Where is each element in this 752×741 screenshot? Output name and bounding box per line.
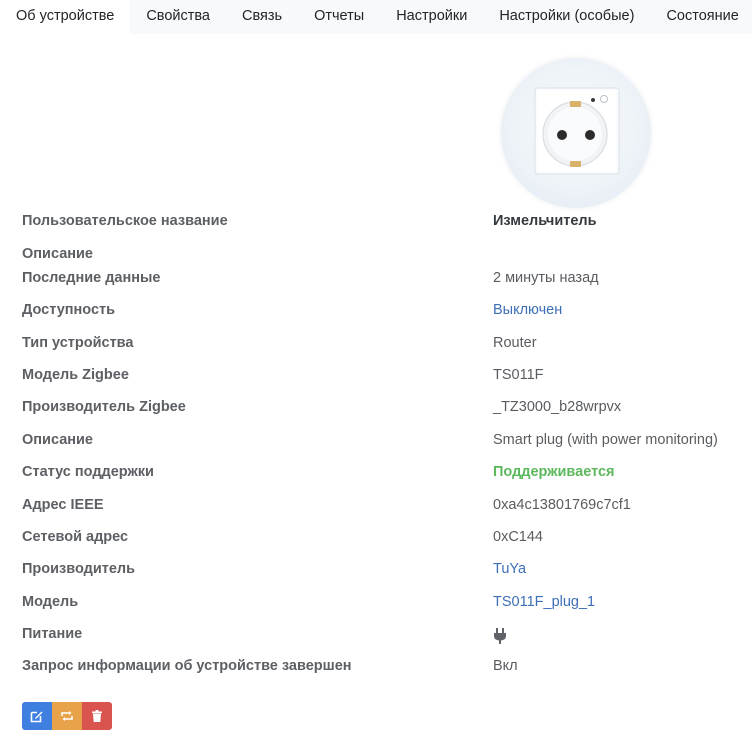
prop-label: Производитель [22, 561, 136, 577]
prop-label: Доступность [22, 302, 116, 318]
power-source-value [493, 626, 507, 646]
support-status-badge: Поддерживается [493, 464, 615, 480]
edit-icon [30, 711, 43, 723]
prop-label: Питание [22, 626, 83, 642]
prop-label: Последние данные [22, 270, 161, 286]
smart-plug-image [534, 87, 620, 175]
prop-value: 2 минуты назад [493, 270, 599, 286]
prop-label: Тип устройства [22, 335, 134, 351]
prop-value: 0xa4c13801769c7cf1 [493, 497, 631, 513]
prop-label: Сетевой адрес [22, 529, 129, 545]
prop-value: Измельчитель [493, 213, 597, 229]
prop-power-source: Питание [22, 626, 752, 648]
manufacturer-link[interactable]: TuYa [493, 561, 526, 577]
prop-label: Модель [22, 594, 79, 610]
prop-label: Описание [22, 432, 93, 448]
prop-support-status: Статус поддержки Поддерживается [22, 464, 752, 486]
prop-label: Производитель Zigbee [22, 399, 186, 415]
edit-button[interactable] [22, 702, 52, 730]
prop-description-empty: Описание [22, 246, 752, 268]
prop-availability: Доступность Выключен [22, 302, 752, 324]
tab-exposes[interactable]: Свойства [130, 0, 226, 34]
prop-value: Smart plug (with power monitoring) [493, 432, 718, 448]
prop-device-type: Тип устройства Router [22, 335, 752, 357]
prop-value: Router [493, 335, 537, 351]
model-link[interactable]: TS011F_plug_1 [493, 594, 595, 610]
tab-bind[interactable]: Связь [226, 0, 298, 34]
prop-label: Пользовательское название [22, 213, 228, 229]
tab-reporting[interactable]: Отчеты [298, 0, 380, 34]
prop-interview-completed: Запрос информации об устройстве завершен… [22, 658, 752, 680]
tab-settings[interactable]: Настройки [380, 0, 483, 34]
prop-description: Описание Smart plug (with power monitori… [22, 432, 752, 454]
prop-last-seen: Последние данные 2 минуты назад [22, 270, 752, 292]
prop-zigbee-manufacturer: Производитель Zigbee _TZ3000_b28wrpvx [22, 399, 752, 421]
prop-label: Описание [22, 246, 93, 262]
prop-manufacturer: Производитель TuYa [22, 561, 752, 583]
refresh-icon [61, 711, 73, 721]
prop-label: Адрес IEEE [22, 497, 104, 513]
prop-model: Модель TS011F_plug_1 [22, 594, 752, 616]
tab-settings-specific[interactable]: Настройки (особые) [483, 0, 650, 34]
trash-icon [92, 710, 102, 722]
prop-network-address: Сетевой адрес 0xC144 [22, 529, 752, 551]
prop-label: Модель Zigbee [22, 367, 129, 383]
tab-about[interactable]: Об устройстве [0, 0, 131, 34]
prop-value: _TZ3000_b28wrpvx [493, 399, 622, 415]
device-tabs: Об устройстве Свойства Связь Отчеты Наст… [0, 0, 752, 34]
prop-zigbee-model: Модель Zigbee TS011F [22, 367, 752, 389]
interview-button[interactable] [52, 702, 82, 730]
prop-value: 0xC144 [493, 529, 543, 545]
tab-state[interactable]: Состояние [650, 0, 752, 34]
prop-value: TS011F [493, 367, 544, 383]
device-actions [22, 702, 112, 730]
prop-friendly-name: Пользовательское название Измельчитель [22, 213, 752, 235]
prop-value: Вкл [493, 658, 518, 674]
prop-label: Статус поддержки [22, 464, 154, 480]
device-image [501, 58, 651, 208]
prop-label: Запрос информации об устройстве завершен [22, 658, 352, 674]
plug-icon [494, 628, 506, 644]
prop-ieee-address: Адрес IEEE 0xa4c13801769c7cf1 [22, 497, 752, 519]
availability-link[interactable]: Выключен [493, 302, 562, 318]
remove-button[interactable] [82, 702, 112, 730]
